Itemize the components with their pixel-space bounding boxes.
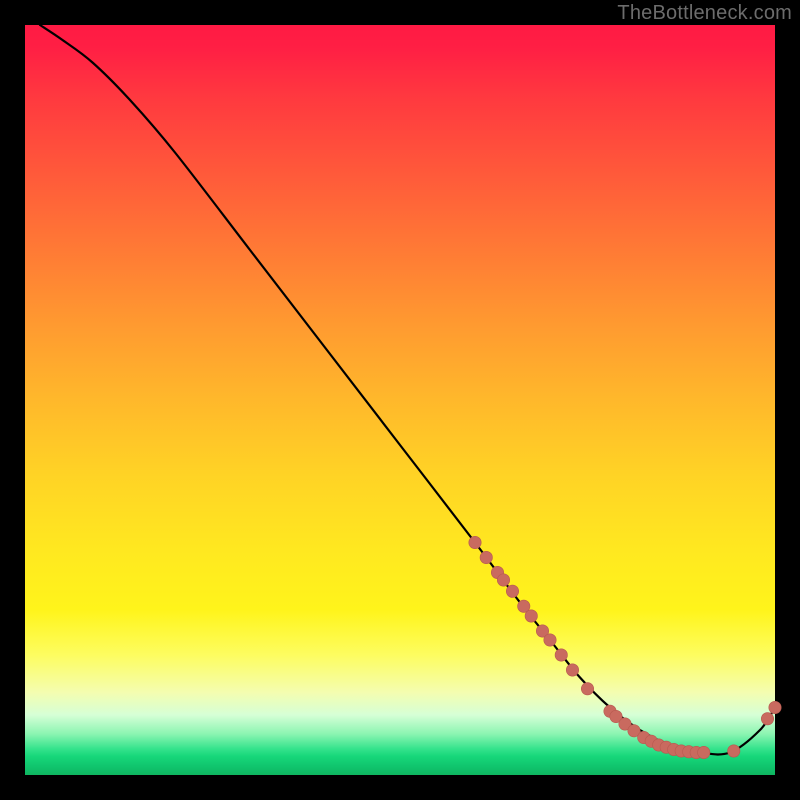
data-point: [581, 683, 593, 695]
data-point: [480, 551, 492, 563]
data-point: [506, 585, 518, 597]
data-point: [728, 745, 740, 757]
data-point: [544, 634, 556, 646]
data-point: [497, 574, 509, 586]
data-point: [566, 664, 578, 676]
data-point: [525, 610, 537, 622]
data-point: [761, 713, 773, 725]
curve-markers: [469, 536, 781, 758]
data-point: [555, 649, 567, 661]
data-point: [469, 536, 481, 548]
watermark-text: TheBottleneck.com: [617, 2, 792, 25]
chart-overlay: [25, 25, 775, 775]
bottleneck-curve: [40, 25, 775, 754]
chart-frame: TheBottleneck.com: [0, 0, 800, 800]
data-point: [698, 746, 710, 758]
data-point: [769, 701, 781, 713]
plot-area: [25, 25, 775, 775]
